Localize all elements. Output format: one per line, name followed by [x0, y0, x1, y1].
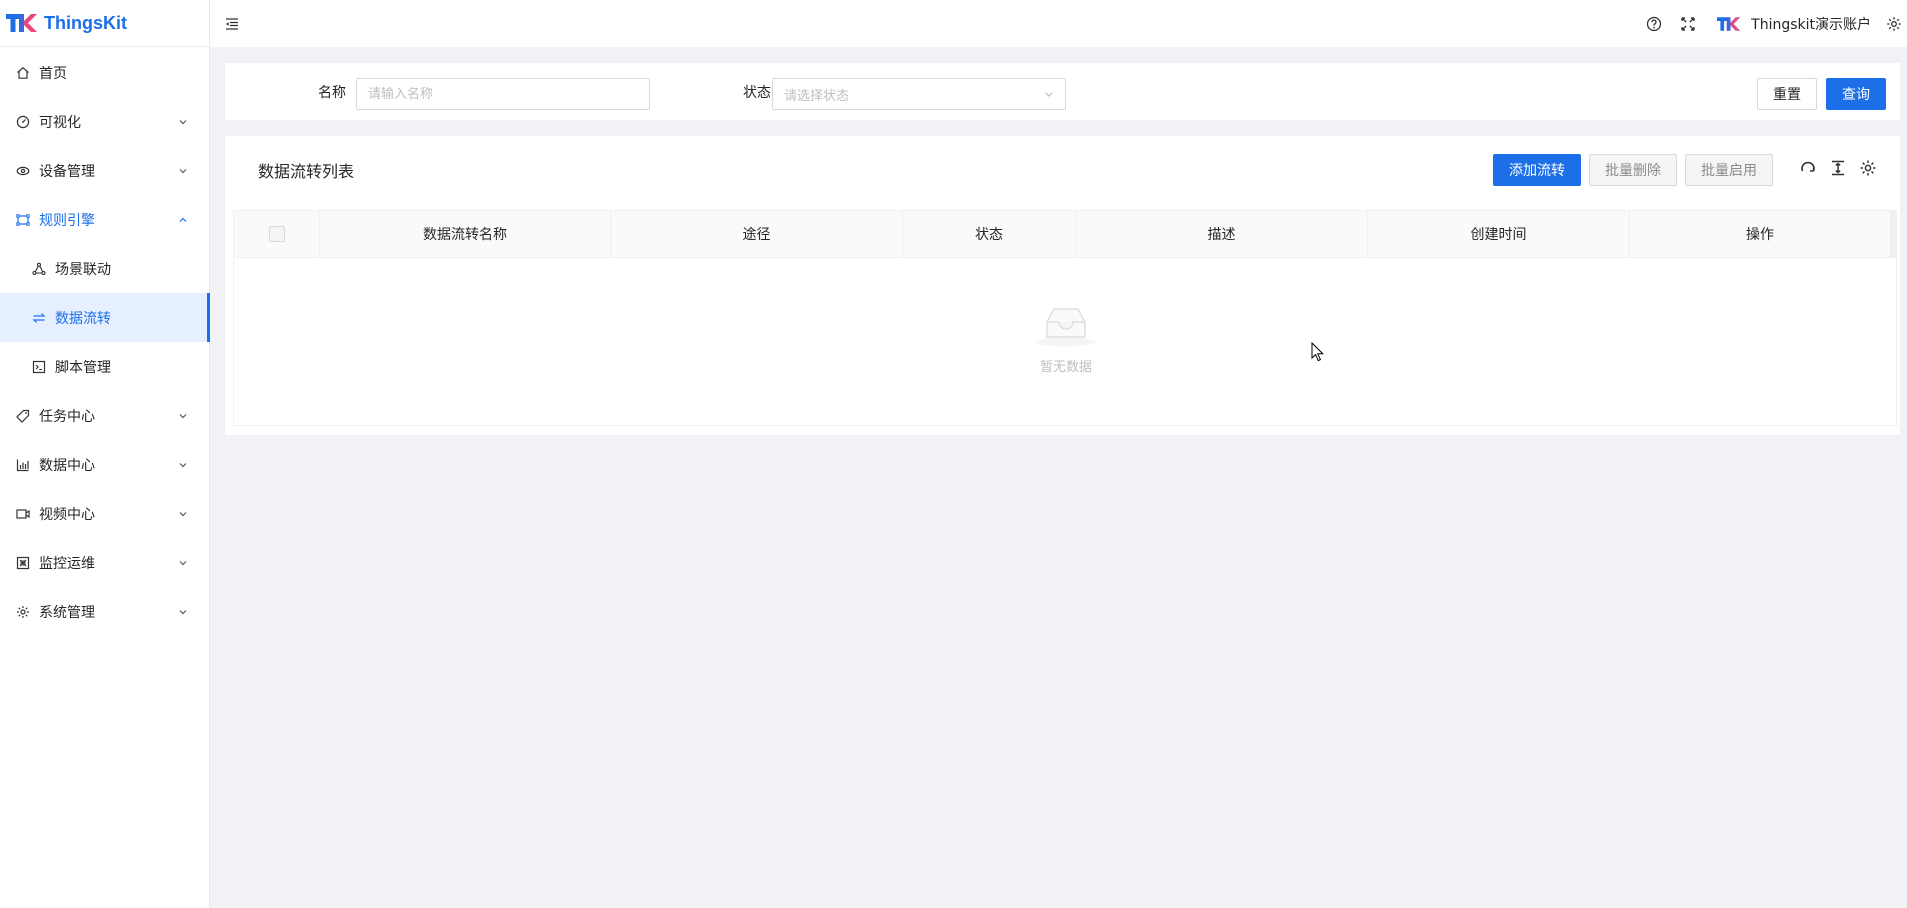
task-icon: [16, 409, 30, 423]
menu-fold-icon: [226, 17, 238, 30]
refresh-button[interactable]: [1797, 157, 1819, 179]
sidebar-item-data-flow[interactable]: 数据流转: [0, 293, 210, 342]
fullscreen-icon: [1681, 16, 1695, 31]
column-header-name[interactable]: 数据流转名称: [320, 211, 611, 257]
dashboard-icon: [16, 115, 30, 129]
scrollbar-gutter: [1890, 211, 1896, 257]
sidebar-item-scene-linkage[interactable]: 场景联动: [0, 244, 209, 293]
video-icon: [16, 507, 30, 521]
chevron-down-icon: [177, 116, 189, 128]
column-settings-button[interactable]: [1857, 157, 1879, 179]
user-name: Thingskit演示账户: [1751, 16, 1871, 33]
sidebar-item-label: 系统管理: [39, 604, 95, 621]
sidebar-item-label: 场景联动: [55, 261, 111, 278]
sidebar-item-label: 视频中心: [39, 506, 95, 523]
sidebar-item-label: 数据中心: [39, 457, 95, 474]
thingskit-logo-icon: [6, 14, 37, 32]
sidebar-item-data-center[interactable]: 数据中心: [0, 440, 209, 489]
column-header-description[interactable]: 描述: [1076, 211, 1368, 257]
sidebar-item-label: 可视化: [39, 114, 81, 131]
top-header: Thingskit演示账户: [210, 0, 1907, 47]
name-label: 名称: [318, 84, 346, 101]
device-icon: [16, 164, 30, 178]
add-flow-button[interactable]: 添加流转: [1493, 154, 1581, 186]
bar-chart-icon: [16, 458, 30, 472]
brand-name: ThingsKit: [44, 12, 127, 33]
sidebar-item-label: 规则引擎: [39, 212, 95, 229]
chevron-up-icon: [177, 214, 189, 226]
sidebar-item-label: 首页: [39, 65, 67, 82]
chevron-down-icon: [177, 410, 189, 422]
header-actions: Thingskit演示账户: [1637, 0, 1907, 47]
refresh-icon: [1801, 161, 1815, 172]
chevron-down-icon: [177, 606, 189, 618]
status-label: 状态: [743, 84, 771, 101]
home-icon: [16, 66, 30, 80]
chevron-down-icon: [1045, 92, 1053, 97]
sidebar-item-label: 任务中心: [39, 408, 95, 425]
name-input[interactable]: [356, 78, 650, 110]
sidebar: ThingsKit 首页 可视化 设备管理 规则引擎 场景联动 数据流转 脚本管…: [0, 0, 210, 908]
fullscreen-button[interactable]: [1671, 0, 1705, 47]
sidebar-item-label: 监控运维: [39, 555, 95, 572]
select-all-cell: [234, 211, 320, 257]
query-button[interactable]: 查询: [1826, 78, 1886, 110]
empty-inbox-icon: [1036, 308, 1096, 347]
sidebar-item-label: 脚本管理: [55, 359, 111, 376]
sidebar-item-monitoring[interactable]: 监控运维: [0, 538, 209, 587]
user-avatar-logo-icon: [1717, 16, 1741, 31]
batch-delete-button[interactable]: 批量删除: [1589, 154, 1677, 186]
chevron-down-icon: [177, 459, 189, 471]
column-header-created-time[interactable]: 创建时间: [1368, 211, 1630, 257]
sidebar-item-visualization[interactable]: 可视化: [0, 97, 209, 146]
sidebar-item-system-management[interactable]: 系统管理: [0, 587, 209, 636]
data-flow-table: 数据流转名称 途径 状态 描述 创建时间 操作 暂无数据: [233, 210, 1897, 426]
question-circle-icon: [1646, 16, 1662, 31]
logo[interactable]: ThingsKit: [0, 0, 209, 47]
column-header-route[interactable]: 途径: [611, 211, 903, 257]
column-height-icon: [1832, 160, 1844, 176]
scene-link-icon: [32, 262, 46, 276]
sidebar-item-script-management[interactable]: 脚本管理: [0, 342, 209, 391]
batch-enable-button[interactable]: 批量启用: [1685, 154, 1773, 186]
chevron-down-icon: [177, 508, 189, 520]
reset-button[interactable]: 重置: [1757, 78, 1817, 110]
search-form: 名称 状态 请选择状态 重置 查询: [225, 63, 1900, 120]
menu-collapse-button[interactable]: [220, 12, 244, 36]
table-title: 数据流转列表: [258, 162, 355, 181]
monitor-icon: [16, 556, 30, 570]
help-button[interactable]: [1637, 0, 1671, 47]
sidebar-item-label: 数据流转: [55, 310, 111, 327]
table-header: 数据流转名称 途径 状态 描述 创建时间 操作: [234, 211, 1896, 258]
user-menu[interactable]: Thingskit演示账户: [1705, 14, 1881, 34]
gear-icon: [16, 605, 30, 619]
table-card: 数据流转列表 添加流转 批量删除 批量启用 数据流转名称 途径 状态 描述 创建…: [225, 136, 1900, 435]
chevron-down-icon: [177, 165, 189, 177]
data-flow-icon: [32, 311, 46, 325]
sidebar-item-label: 设备管理: [39, 163, 95, 180]
column-header-status[interactable]: 状态: [903, 211, 1076, 257]
gear-icon: [1860, 160, 1876, 176]
select-all-checkbox[interactable]: [268, 226, 285, 242]
sidebar-item-home[interactable]: 首页: [0, 48, 209, 97]
column-header-actions: 操作: [1746, 227, 1774, 243]
sidebar-item-device-management[interactable]: 设备管理: [0, 146, 209, 195]
density-button[interactable]: [1827, 157, 1849, 179]
sidebar-item-rule-engine[interactable]: 规则引擎: [0, 195, 209, 244]
sidebar-menu: 首页 可视化 设备管理 规则引擎 场景联动 数据流转 脚本管理 任务中心 数据中…: [0, 47, 210, 636]
gear-icon: [1887, 16, 1901, 31]
chevron-down-icon: [177, 557, 189, 569]
rule-engine-icon: [16, 213, 30, 227]
status-select-placeholder: 请选择状态: [784, 88, 850, 104]
sidebar-item-video-center[interactable]: 视频中心: [0, 489, 209, 538]
sidebar-item-task-center[interactable]: 任务中心: [0, 391, 209, 440]
main-content: 名称 状态 请选择状态 重置 查询 数据流转列表 添加流转 批量删除 批量启用: [210, 47, 1907, 908]
settings-button[interactable]: [1881, 0, 1907, 47]
empty-state: 暂无数据: [234, 258, 1896, 425]
script-icon: [32, 360, 46, 374]
status-select[interactable]: 请选择状态: [772, 78, 1066, 110]
empty-text: 暂无数据: [1039, 360, 1092, 375]
